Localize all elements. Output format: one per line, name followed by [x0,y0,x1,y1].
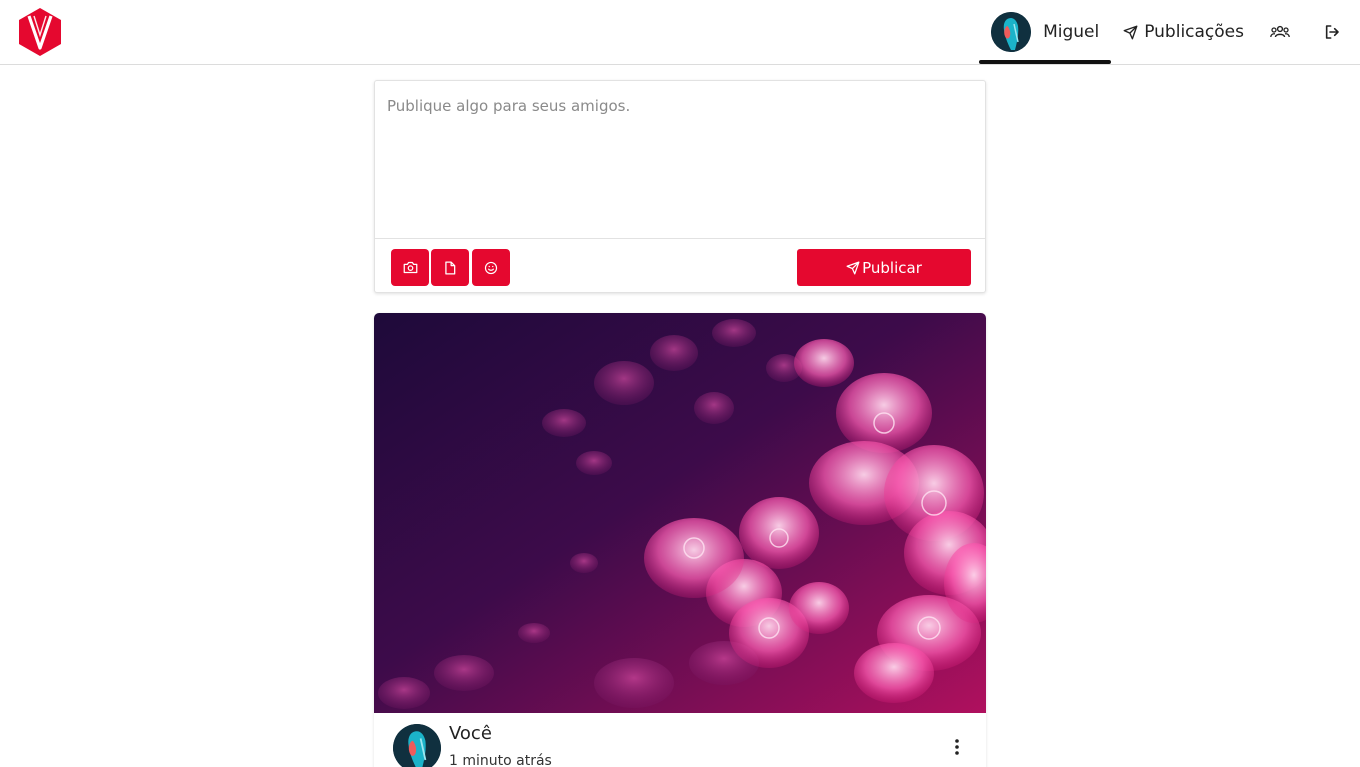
post-composer: Publicar [374,80,986,293]
post-card: Você 1 minuto atrás [374,313,986,767]
jellyfish-image[interactable] [374,313,986,713]
camera-icon [403,261,417,274]
publications-label: Publicações [1144,22,1244,42]
main-nav: Miguel Publicações [979,0,1360,64]
post-footer: Você 1 minuto atrás [374,713,986,767]
send-icon [846,261,860,274]
add-photo-button[interactable] [391,249,429,286]
add-emoji-button[interactable] [472,249,510,286]
post-text-input[interactable] [375,81,985,239]
logout-button[interactable] [1324,24,1340,40]
smile-icon [484,261,498,274]
friends-button[interactable] [1270,25,1290,39]
profile-name: Miguel [1043,22,1100,42]
avatar-icon [991,12,1032,52]
post-timestamp: 1 minuto atrás [449,753,552,767]
send-icon [1123,25,1138,39]
avatar[interactable] [393,724,441,767]
top-bar: Miguel Publicações [0,0,1360,65]
avatar-icon [393,724,441,767]
post-options-button[interactable] [950,737,964,757]
file-icon [445,261,456,274]
users-icon [1270,25,1290,38]
logout-icon [1325,25,1339,39]
post-author[interactable]: Você [449,723,492,744]
nav-profile-link[interactable]: Miguel [979,0,1112,64]
active-tab-indicator [979,60,1112,64]
more-vertical-icon [955,739,959,755]
publish-button[interactable]: Publicar [797,249,971,286]
publications-link[interactable]: Publicações [1123,22,1244,42]
publish-label: Publicar [862,258,922,277]
v-hexagon-logo-icon[interactable] [18,7,62,57]
add-file-button[interactable] [431,249,469,286]
avatar [991,12,1032,52]
